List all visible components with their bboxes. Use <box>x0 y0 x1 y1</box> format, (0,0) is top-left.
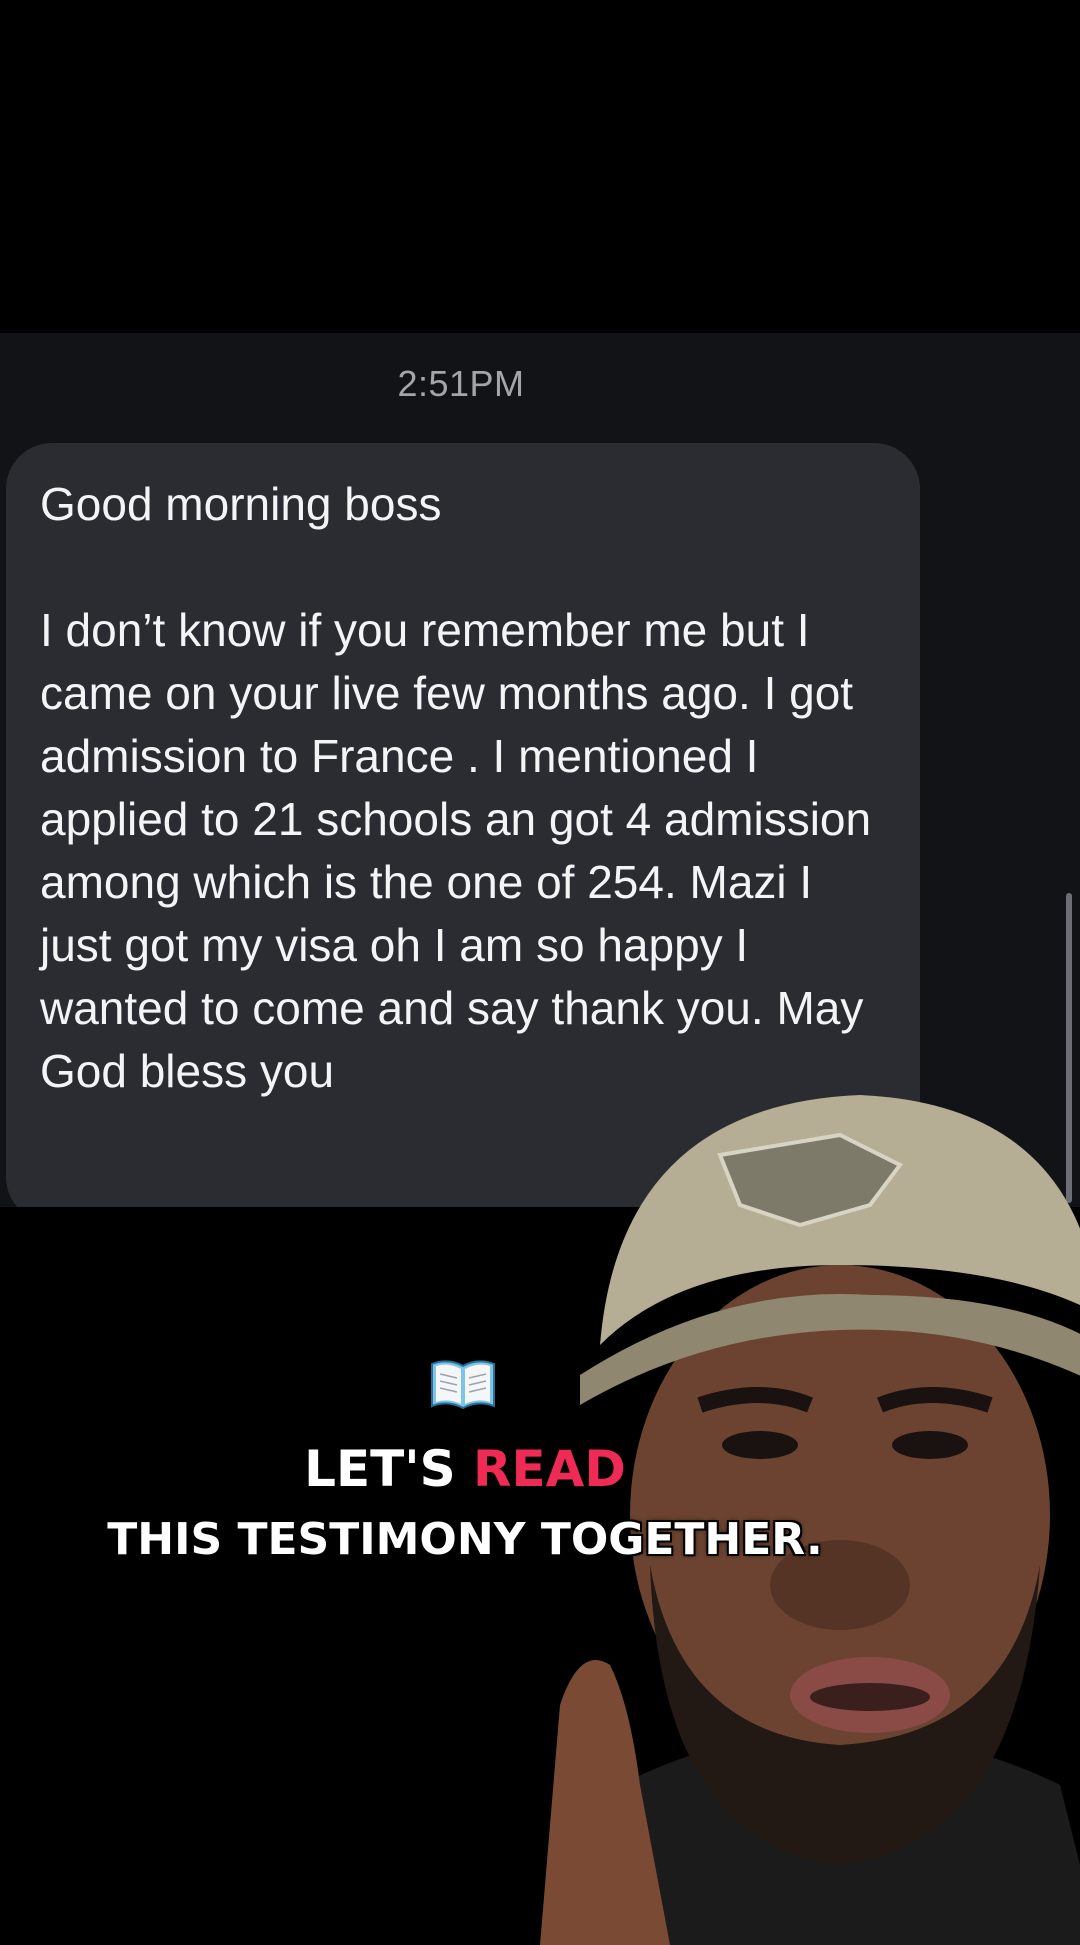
chat-screenshot: 2:51PM Good morning boss I don’t know if… <box>0 333 1080 1223</box>
top-black-area <box>0 0 1080 333</box>
caption-prefix: LET'S <box>304 1440 473 1498</box>
open-book-icon <box>431 1360 495 1410</box>
message-body: I don’t know if you remember me but I ca… <box>40 604 872 1097</box>
caption-line-2: THIS TESTIMONY TOGETHER. <box>107 1514 823 1565</box>
caption-line-1: LET'S READ <box>0 1440 930 1498</box>
message-spacer <box>40 536 890 599</box>
caption-highlight: READ <box>473 1440 626 1498</box>
message-greeting: Good morning boss <box>40 478 442 530</box>
message-timestamp: 2:51PM <box>397 363 525 404</box>
